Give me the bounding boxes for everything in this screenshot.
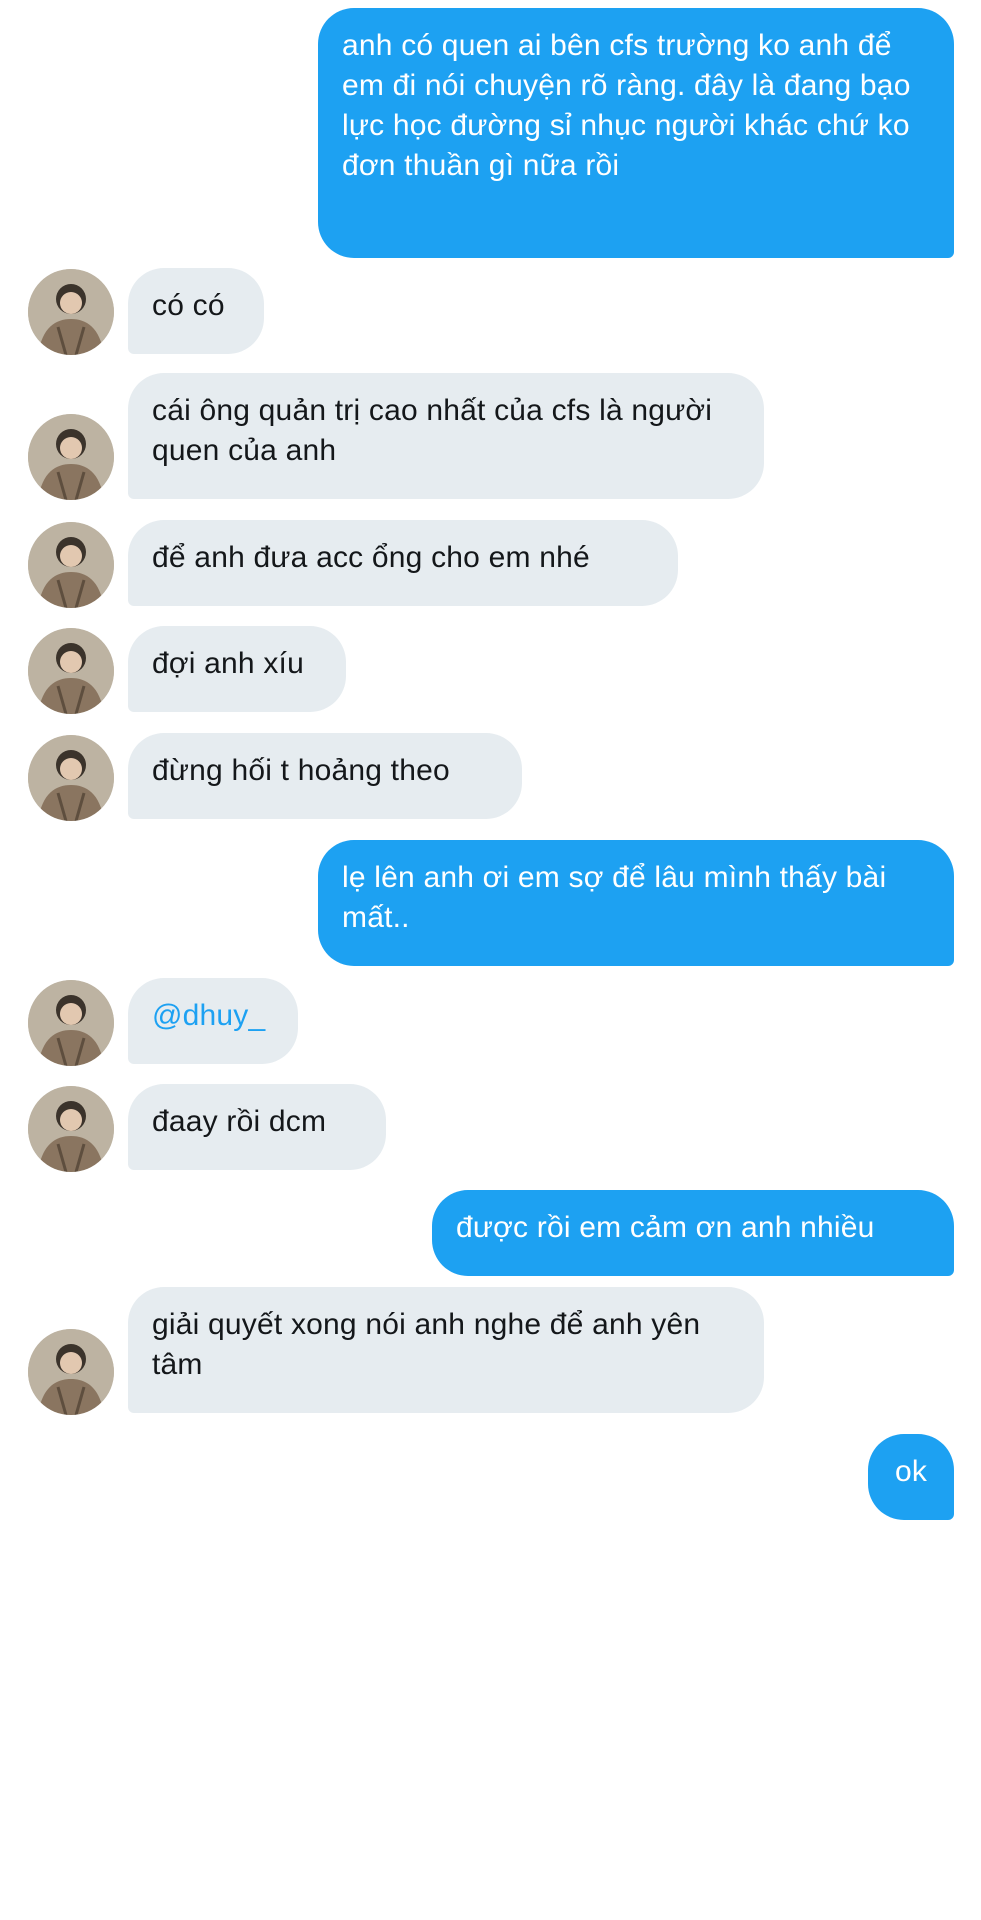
avatar[interactable] <box>28 1329 114 1415</box>
message-bubble-sent[interactable]: anh có quen ai bên cfs trường ko anh để … <box>318 8 954 258</box>
message-thread: anh có quen ai bên cfs trường ko anh để … <box>0 0 981 1920</box>
message-text: ok <box>894 1455 928 1488</box>
message-bubble-received[interactable]: đợi anh xíu <box>128 626 346 712</box>
avatar-photo-icon <box>28 1329 114 1415</box>
message-bubble-received[interactable]: @dhuy_ <box>128 978 298 1064</box>
avatar[interactable] <box>28 1086 114 1172</box>
avatar-photo-icon <box>28 522 114 608</box>
message-bubble-received[interactable]: để anh đưa acc ổng cho em nhé <box>128 520 678 606</box>
message-bubble-received[interactable]: cái ông quản trị cao nhất của cfs là ngư… <box>128 373 764 499</box>
avatar[interactable] <box>28 628 114 714</box>
avatar-photo-icon <box>28 414 114 500</box>
message-text: đaay rồi dcm <box>152 1105 327 1138</box>
avatar[interactable] <box>28 269 114 355</box>
avatar-photo-icon <box>28 628 114 714</box>
message-text: giải quyết xong nói anh nghe để anh yên … <box>152 1308 701 1381</box>
avatar[interactable] <box>28 735 114 821</box>
message-bubble-sent[interactable]: ok <box>868 1434 954 1520</box>
message-text: được rồi em cảm ơn anh nhiều <box>456 1211 875 1244</box>
avatar-photo-icon <box>28 980 114 1066</box>
message-text: cái ông quản trị cao nhất của cfs là ngư… <box>152 394 713 467</box>
message-bubble-received[interactable]: có có <box>128 268 264 354</box>
avatar[interactable] <box>28 980 114 1066</box>
message-text: lẹ lên anh ơi em sợ để lâu mình thấy bài… <box>342 861 887 934</box>
mention-link[interactable]: @dhuy_ <box>152 996 274 1036</box>
message-bubble-received[interactable]: đừng hối t hoảng theo <box>128 733 522 819</box>
message-bubble-sent[interactable]: lẹ lên anh ơi em sợ để lâu mình thấy bài… <box>318 840 954 966</box>
message-text: đợi anh xíu <box>152 647 304 680</box>
message-bubble-received[interactable]: giải quyết xong nói anh nghe để anh yên … <box>128 1287 764 1413</box>
message-text: anh có quen ai bên cfs trường ko anh để … <box>342 29 911 182</box>
avatar-photo-icon <box>28 1086 114 1172</box>
avatar[interactable] <box>28 522 114 608</box>
avatar[interactable] <box>28 414 114 500</box>
message-bubble-received[interactable]: đaay rồi dcm <box>128 1084 386 1170</box>
avatar-photo-icon <box>28 269 114 355</box>
message-text: để anh đưa acc ổng cho em nhé <box>152 541 590 574</box>
message-text: đừng hối t hoảng theo <box>152 754 450 787</box>
avatar-photo-icon <box>28 735 114 821</box>
message-bubble-sent[interactable]: được rồi em cảm ơn anh nhiều <box>432 1190 954 1276</box>
message-text: có có <box>152 289 225 322</box>
